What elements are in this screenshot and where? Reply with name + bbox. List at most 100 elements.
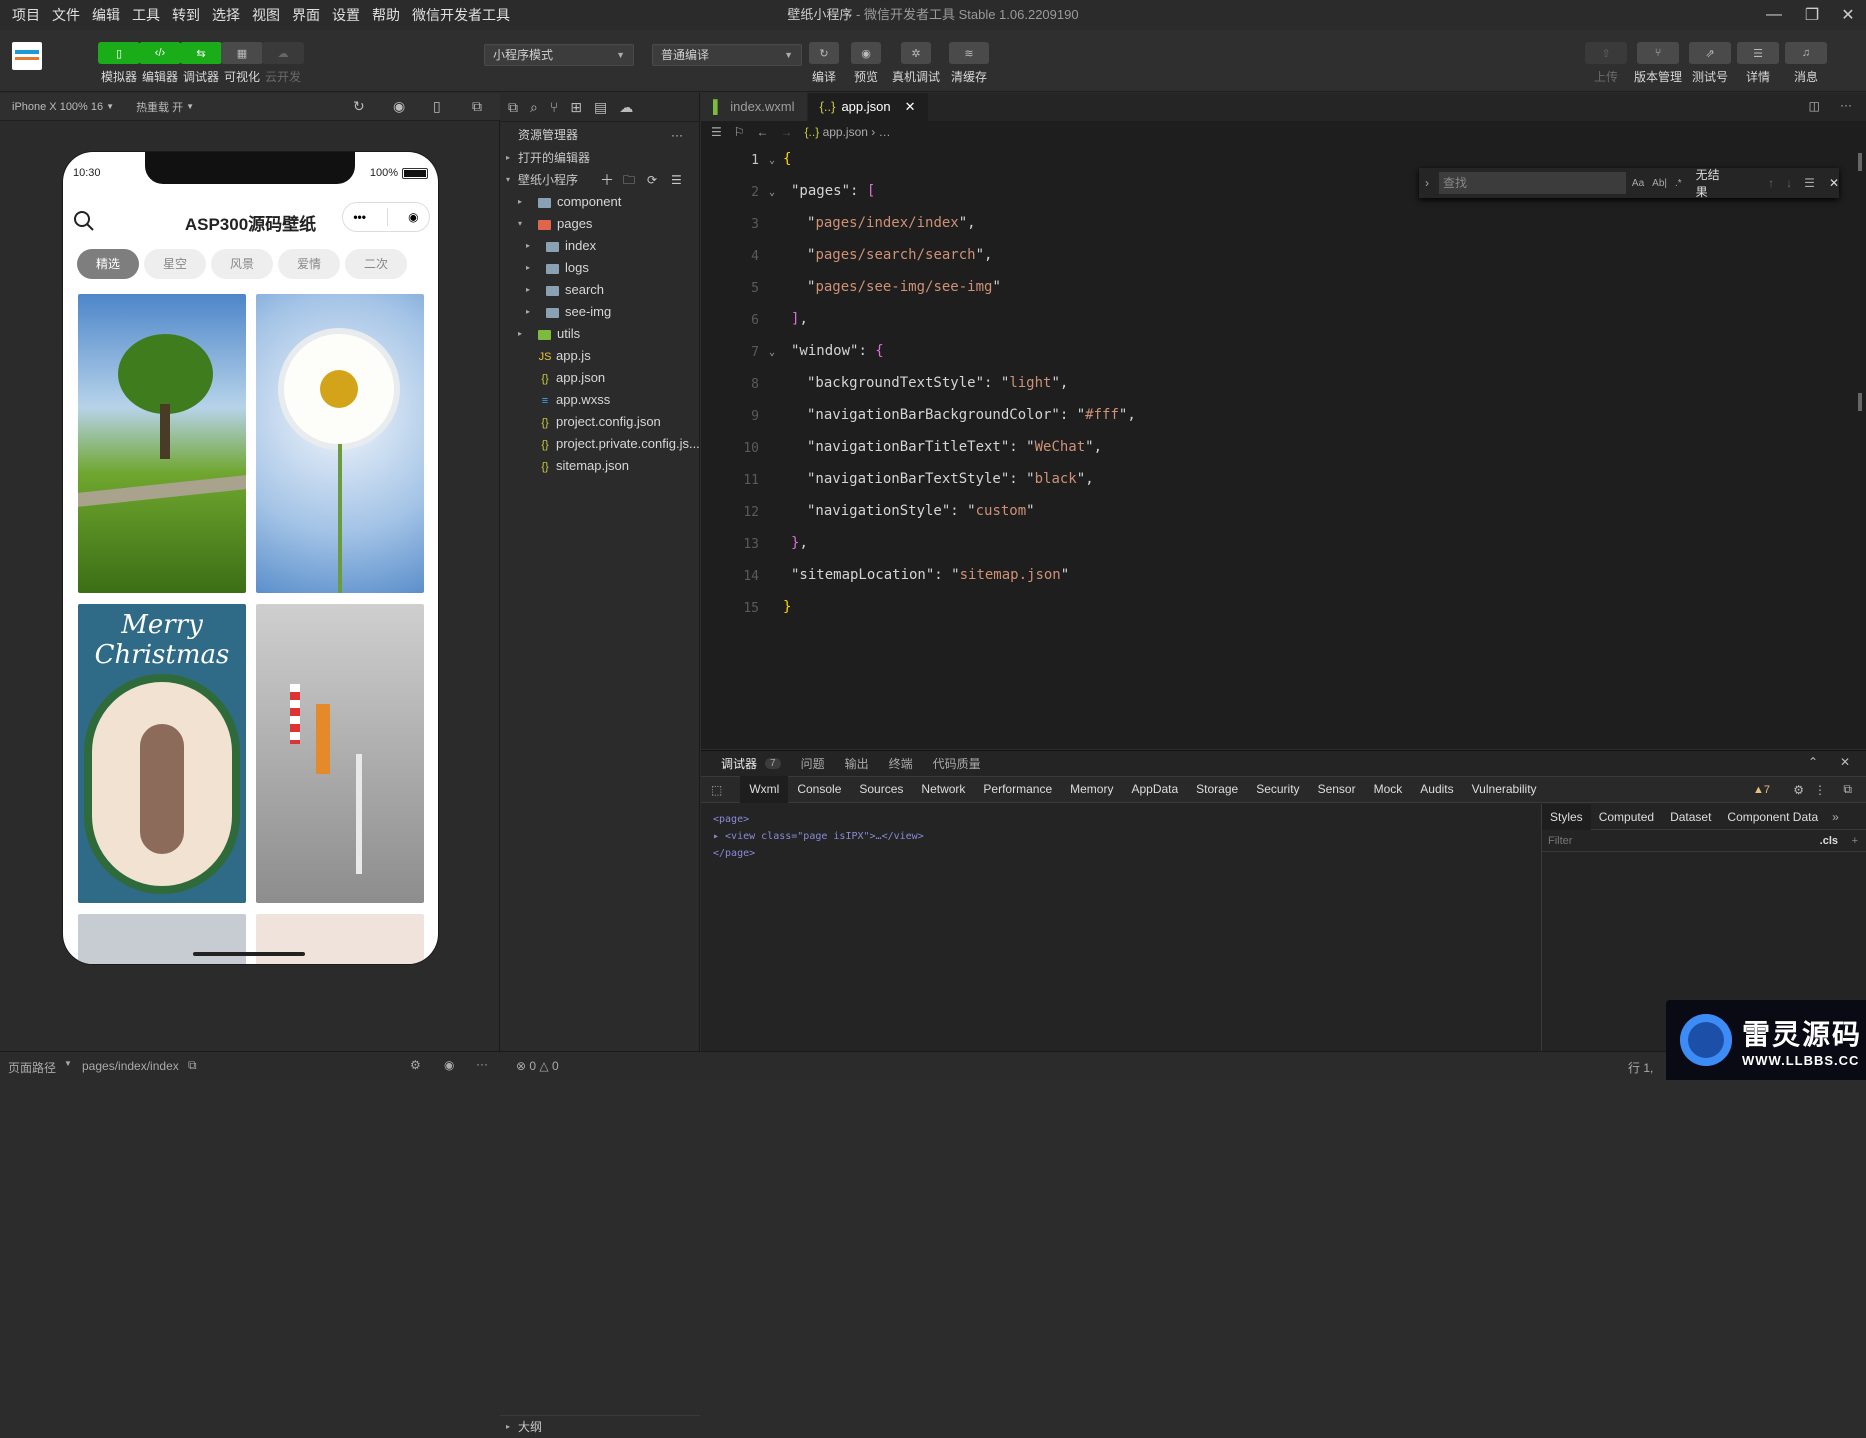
devtools-tab[interactable]: Network [912, 776, 974, 803]
tree-item[interactable]: ▸ component [500, 191, 699, 213]
tree-item[interactable]: {} project.private.config.js... [500, 433, 699, 455]
compile-select[interactable]: 普通编译 ▼ [652, 44, 802, 66]
eye-button[interactable]: ◉ 预览 [845, 42, 887, 85]
tree-item[interactable]: ≡ app.wxss [500, 389, 699, 411]
devtools-top-tab[interactable]: 输出 [845, 755, 869, 772]
match-case-icon[interactable]: Aa [1632, 178, 1644, 189]
refresh-tree-icon[interactable]: ⟳ [647, 169, 657, 191]
preview-eye-icon[interactable]: ◉ [444, 1058, 454, 1072]
tree-item[interactable]: {} sitemap.json [500, 455, 699, 477]
expand-arrow-icon[interactable]: ▸ [518, 323, 522, 345]
find-in-selection-icon[interactable]: ☰ [1804, 176, 1815, 190]
mode-select[interactable]: 小程序模式 ▼ [484, 44, 634, 66]
new-file-icon[interactable]: ＋ [600, 169, 614, 191]
restore-icon[interactable]: ❐ [1794, 0, 1830, 30]
styles-tab[interactable]: Dataset [1662, 804, 1719, 830]
problems-count[interactable]: ⊗ 0 △ 0 [516, 1059, 559, 1073]
styles-tab[interactable]: Component Data [1719, 804, 1826, 830]
devtools-tab[interactable]: Mock [1365, 776, 1412, 803]
open-editors-section[interactable]: ▸ 打开的编辑器 [500, 147, 699, 169]
tree-item[interactable]: ▸ utils [500, 323, 699, 345]
scrollbar-marker[interactable] [1858, 153, 1862, 171]
devtools-top-tab[interactable]: 终端 [889, 755, 913, 772]
branch-button[interactable]: ⑂ 版本管理 [1634, 42, 1682, 85]
styles-tab[interactable]: Styles [1542, 803, 1591, 830]
wallpaper-tile[interactable] [256, 604, 424, 903]
extensions-icon[interactable]: ⊞ [570, 99, 582, 116]
devtools-tab[interactable]: Security [1247, 776, 1308, 803]
devtools-tab[interactable]: Vulnerability [1463, 776, 1546, 803]
split-editor-icon[interactable]: ◫ [1809, 99, 1820, 113]
tree-item[interactable]: ▸ search [500, 279, 699, 301]
kebab-icon[interactable]: ⋮ [1814, 783, 1826, 797]
menu-item[interactable]: 设置 [326, 0, 366, 30]
inspect-icon[interactable]: ⬚ [711, 783, 722, 797]
tree-item[interactable]: {} app.json [500, 367, 699, 389]
devtools-top-tab[interactable]: 代码质量 [933, 755, 981, 772]
devtools-tab[interactable]: Wxml [740, 776, 789, 803]
list-icon[interactable]: ☰ [711, 125, 722, 139]
project-section[interactable]: ▾ 壁纸小程序 ＋ 🗀 ⟳ ☰ [500, 169, 699, 191]
category-tab[interactable]: 风景 [211, 249, 273, 279]
menu-item[interactable]: 界面 [286, 0, 326, 30]
tree-item[interactable]: ▾ pages [500, 213, 699, 235]
prev-match-icon[interactable]: ↑ [1768, 176, 1774, 190]
menu-item[interactable]: 项目 [6, 0, 46, 30]
outline-section[interactable]: ▸ 大纲 [500, 1415, 700, 1437]
menu-item[interactable]: 文件 [46, 0, 86, 30]
scrollbar-marker[interactable] [1858, 393, 1862, 411]
share-button[interactable]: ⇗ 测试号 [1689, 42, 1731, 85]
close-window-icon[interactable]: ✕ [1830, 0, 1866, 30]
expand-arrow-icon[interactable]: ▸ [526, 235, 530, 257]
devtools-tab[interactable]: Storage [1187, 776, 1247, 803]
fold-icons[interactable]: ⌄ ⌄ ⌄ [769, 145, 781, 369]
menu-item[interactable]: 帮助 [366, 0, 406, 30]
device-select[interactable]: iPhone X 100% 16 [12, 101, 103, 113]
devtools-tab[interactable]: Memory [1061, 776, 1122, 803]
expand-replace-icon[interactable]: › [1425, 176, 1429, 190]
collapse-panel-icon[interactable]: ⌃ [1808, 755, 1818, 769]
category-tab[interactable]: 星空 [144, 249, 206, 279]
devtools-tab[interactable]: Performance [974, 776, 1061, 803]
bell-button[interactable]: ♫ 消息 [1785, 42, 1827, 85]
wxml-node[interactable]: <page> [713, 811, 924, 828]
menu-item[interactable]: 选择 [206, 0, 246, 30]
expand-arrow-icon[interactable]: ▸ [526, 301, 530, 323]
devtools-tab[interactable]: AppData [1122, 776, 1187, 803]
menu-item[interactable]: 视图 [246, 0, 286, 30]
expand-arrow-icon[interactable]: ▸ [526, 279, 530, 301]
tab-app-json[interactable]: {..} app.json ✕ [807, 93, 929, 121]
menu-item[interactable]: 编辑 [86, 0, 126, 30]
bug-button[interactable]: ✲ 真机调试 [892, 42, 940, 85]
editor-more-icon[interactable]: ··· [1840, 98, 1852, 112]
styles-tab[interactable]: Computed [1591, 804, 1662, 830]
more-icon[interactable]: ••• [353, 210, 366, 224]
category-tab[interactable]: 二次 [345, 249, 407, 279]
bookmark-icon[interactable]: ▤ [594, 99, 607, 116]
menu-item[interactable]: 微信开发者工具 [406, 0, 516, 30]
expand-arrow-icon[interactable]: ▾ [518, 213, 522, 235]
docker-icon[interactable]: ☁ [619, 99, 633, 116]
regex-icon[interactable]: .* [1675, 178, 1682, 189]
devtools-top-tab[interactable]: 问题 [801, 755, 825, 772]
debug-icon[interactable]: ⚙ [410, 1058, 421, 1072]
chevron-right-icon[interactable]: » [1832, 810, 1839, 824]
menu-button[interactable]: ☰ 详情 [1737, 42, 1779, 85]
git-icon[interactable]: ⑂ [550, 99, 558, 115]
tree-item[interactable]: ▸ index [500, 235, 699, 257]
dock-icon[interactable]: ⧉ [1843, 782, 1852, 797]
settings-icon[interactable]: ⚙ [1793, 783, 1804, 797]
wallpaper-tile[interactable] [78, 914, 246, 964]
close-tab-icon[interactable]: ✕ [905, 99, 916, 114]
search-files-icon[interactable]: ⌕ [530, 99, 538, 116]
devtools-top-tab[interactable]: 调试器 [721, 755, 757, 772]
minimize-icon[interactable]: — [1756, 0, 1792, 30]
close-find-icon[interactable]: ✕ [1829, 176, 1839, 190]
project-avatar[interactable] [12, 42, 42, 70]
hotreload-toggle[interactable]: 热重载 开 [136, 99, 183, 115]
bookmark-line-icon[interactable]: ⚐ [734, 125, 745, 139]
tree-item[interactable]: {} project.config.json [500, 411, 699, 433]
upload-button[interactable]: ⇧ 上传 [1585, 42, 1627, 85]
category-tab[interactable]: 精选 [77, 249, 139, 279]
device-icon[interactable]: ▯ [433, 98, 441, 115]
